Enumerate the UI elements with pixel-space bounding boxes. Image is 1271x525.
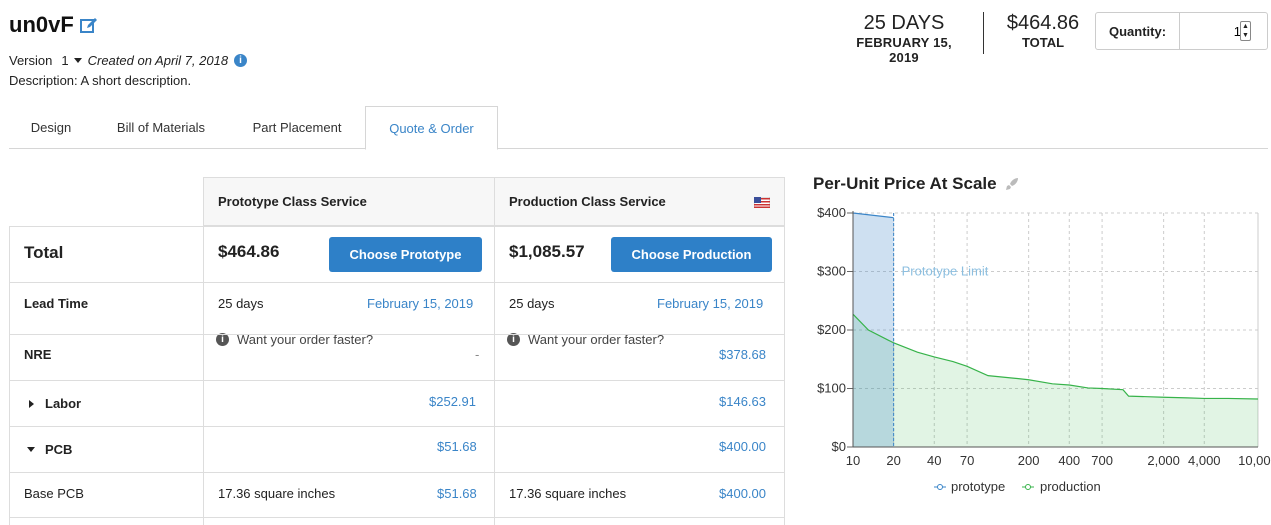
project-name: un0vF [9, 12, 74, 37]
quantity-label: Quantity: [1096, 13, 1180, 49]
x-tick-label: 40 [927, 453, 941, 468]
total-row-label: Total [24, 243, 64, 262]
production-header-label: Production Class Service [509, 194, 666, 209]
x-tick-label: 700 [1091, 453, 1113, 468]
production-total: $1,085.57 [509, 242, 585, 261]
chart-title-text: Per-Unit Price At Scale [813, 174, 997, 193]
table-row-pcb[interactable]: PCB $51.68 $400.00 [9, 426, 784, 472]
version-select[interactable]: 1 [61, 53, 68, 68]
table-row-lead-time: Lead Time 25 days February 15, 2019 i Wa… [9, 282, 784, 347]
table-row-total: Total $464.86 Choose Prototype $1,085.57… [9, 226, 784, 282]
x-tick-label: 400 [1058, 453, 1080, 468]
tab-bill-of-materials[interactable]: Bill of Materials [93, 106, 229, 149]
info-icon[interactable]: i [234, 54, 248, 67]
quantity-stepper[interactable]: ▲ ▼ [1240, 21, 1251, 41]
legend-prototype-label: prototype [951, 479, 1005, 494]
quantity-input[interactable] [1180, 13, 1267, 49]
prototype-pcb[interactable]: $51.68 [437, 427, 477, 472]
version-label: Version [9, 53, 53, 68]
labor-label: Labor [45, 395, 82, 411]
tab-part-placement[interactable]: Part Placement [229, 106, 365, 149]
total-value: $464.86 [1006, 12, 1080, 34]
edit-icon[interactable] [79, 17, 97, 34]
prototype-limit-label: Prototype Limit [902, 264, 989, 279]
chart-title: Per-Unit Price At Scale [813, 174, 1019, 194]
days-date: FEBRUARY 15, 2019 [856, 35, 952, 65]
production-labor[interactable]: $146.63 [719, 381, 766, 426]
labor-toggle[interactable]: Labor [29, 381, 81, 426]
production-nre[interactable]: $378.68 [719, 335, 766, 380]
table-row-labor[interactable]: Labor $252.91 $146.63 [9, 380, 784, 426]
pcb-label: PCB [45, 441, 73, 457]
description: Description: A short description. [9, 73, 192, 88]
choose-production-button[interactable]: Choose Production [611, 237, 772, 272]
chevron-down-icon[interactable] [73, 58, 82, 63]
prototype-labor[interactable]: $252.91 [429, 381, 476, 426]
x-tick-label: 70 [960, 453, 974, 468]
prototype-base-pcb[interactable]: $51.68 [437, 473, 477, 517]
pcb-toggle[interactable]: PCB [27, 427, 72, 472]
total-label: TOTAL [1021, 35, 1065, 50]
legend-production-label: production [1040, 479, 1101, 494]
prototype-nre: - [475, 347, 480, 362]
summary-divider [983, 12, 984, 54]
version-row: Version 1 Created on April 7, 2018 i [9, 53, 248, 68]
us-flag-icon [754, 197, 770, 208]
tab-design[interactable]: Design [9, 106, 93, 149]
page-title: un0vF [9, 12, 97, 38]
total-summary: $464.86 TOTAL [1000, 12, 1086, 50]
y-tick-label: $300 [817, 264, 846, 279]
caret-right-icon[interactable] [29, 399, 34, 408]
days-value: 25 DAYS [863, 12, 945, 34]
y-tick-label: $400 [817, 205, 846, 220]
caret-down-icon[interactable] [27, 447, 35, 452]
prototype-header: Prototype Class Service [203, 177, 495, 226]
x-tick-label: 200 [1018, 453, 1040, 468]
production-base-pcb[interactable]: $400.00 [719, 473, 766, 517]
production-base-area: 17.36 square inches [509, 486, 627, 501]
y-tick-label: $100 [817, 381, 846, 396]
production-area [853, 314, 1258, 447]
legend-production-marker [1025, 484, 1031, 490]
x-tick-label: 10 [846, 453, 860, 468]
y-tick-label: $200 [817, 322, 846, 337]
production-pcb[interactable]: $400.00 [719, 427, 766, 472]
prototype-total: $464.86 [218, 242, 280, 261]
tab-bar: Design Bill of Materials Part Placement … [9, 106, 1268, 150]
rocket-icon [1005, 178, 1018, 190]
nre-label: NRE [24, 347, 52, 362]
legend-prototype-marker [937, 484, 943, 490]
prototype-area [853, 213, 894, 447]
price-chart[interactable]: $0 $100 $200 $300 $400 10 20 40 70 200 400 700 2,000… [800, 198, 1271, 503]
choose-prototype-button[interactable]: Choose Prototype [329, 237, 482, 272]
prototype-base-area: 17.36 square inches [218, 486, 336, 501]
base-pcb-label: Base PCB [24, 486, 84, 501]
lead-time-summary: 25 DAYS FEBRUARY 15, 2019 [840, 12, 968, 65]
x-tick-label: 10,000 [1238, 453, 1271, 468]
x-tick-label: 4,000 [1188, 453, 1221, 468]
y-tick-label: $0 [832, 439, 846, 454]
production-header: Production Class Service [494, 177, 785, 226]
table-row-base-pcb: Base PCB 17.36 square inches $51.68 17.3… [9, 472, 784, 518]
created-date: Created on April 7, 2018 [87, 53, 229, 68]
tab-quote-and-order[interactable]: Quote & Order [365, 106, 498, 150]
x-tick-label: 2,000 [1147, 453, 1180, 468]
x-tick-label: 20 [886, 453, 900, 468]
quantity-control: Quantity: ▲▼ [1095, 12, 1268, 50]
table-row-nre: NRE - $378.68 [9, 334, 784, 380]
